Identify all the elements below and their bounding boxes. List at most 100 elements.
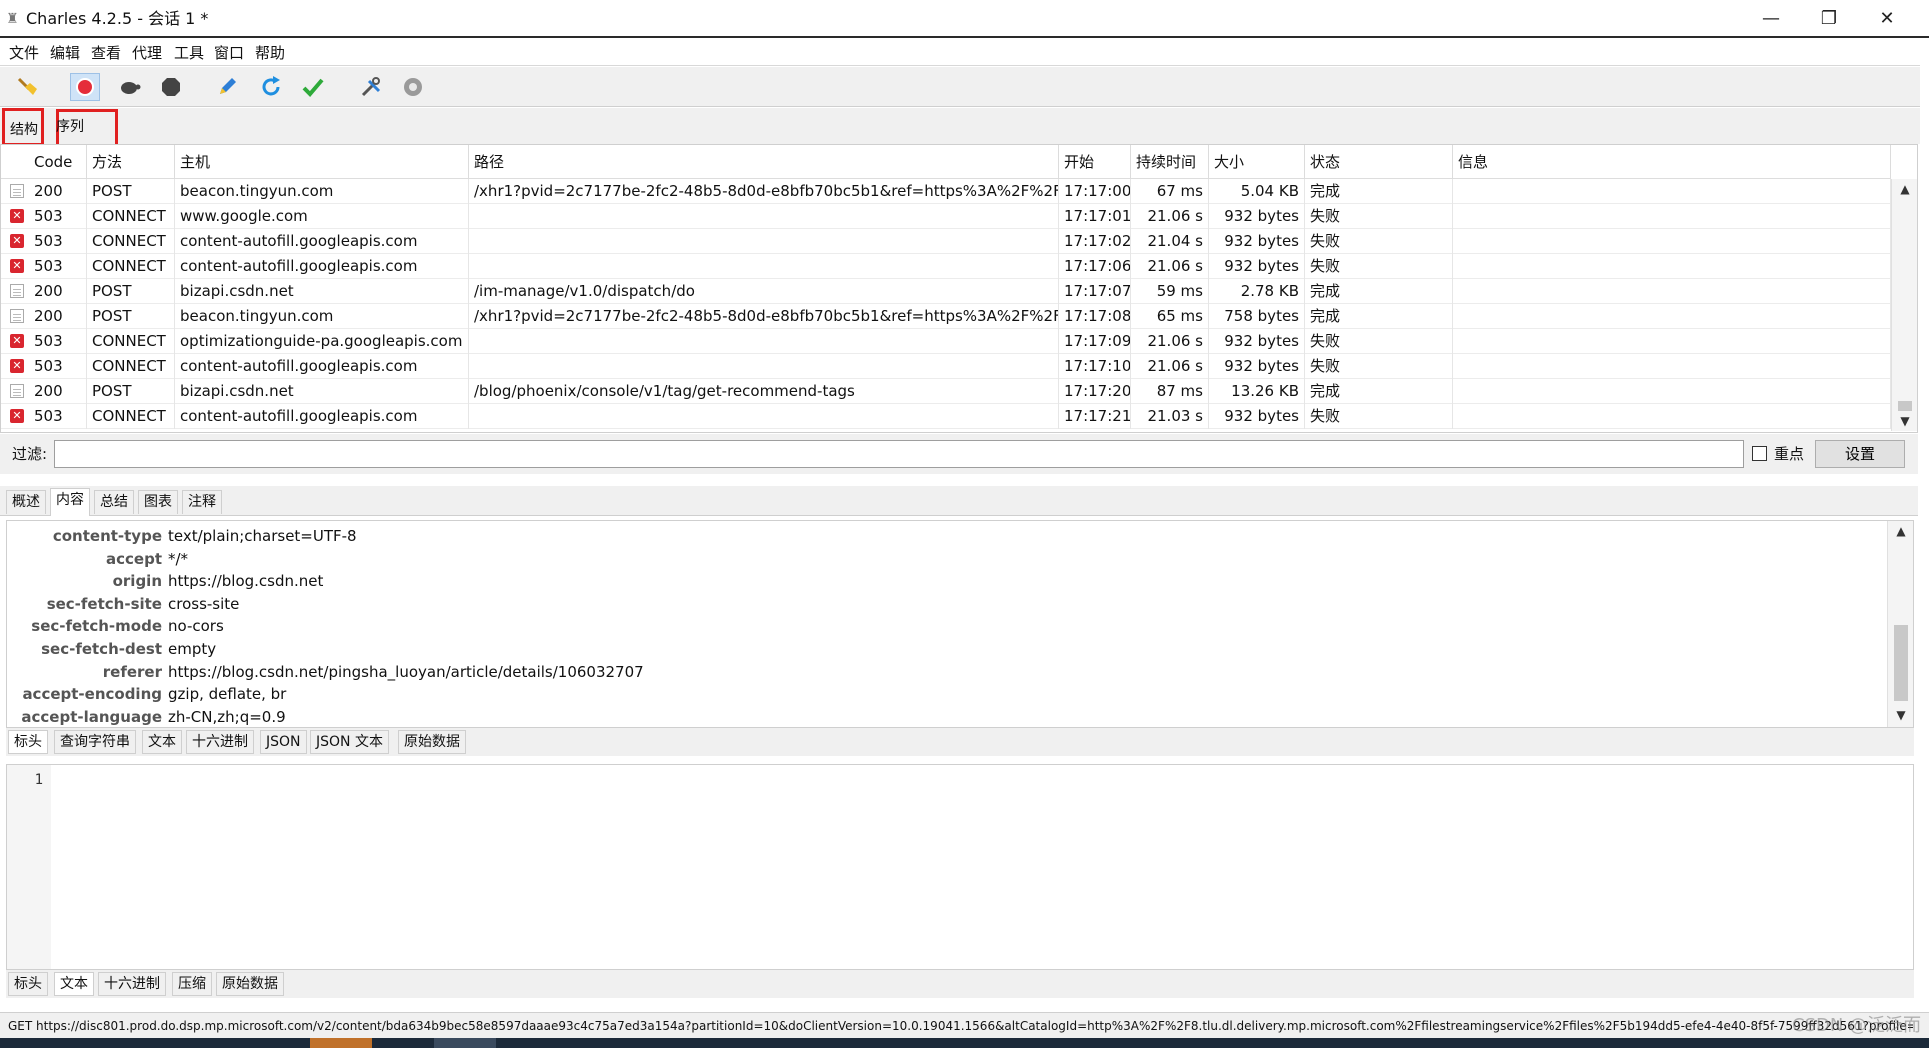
header-value: */* — [168, 549, 189, 568]
col-info[interactable]: 信息 — [1453, 145, 1891, 179]
table-scrollbar[interactable]: ▲ ▼ — [1891, 179, 1917, 431]
scroll-thumb[interactable] — [1898, 401, 1912, 411]
cell-info — [1453, 404, 1891, 429]
cell-code: 503 — [29, 404, 87, 429]
turtle-throttle-icon[interactable] — [114, 73, 144, 101]
col-state[interactable]: 状态 — [1305, 145, 1453, 179]
restore-button[interactable]: ❐ — [1800, 0, 1858, 38]
subtab-headers[interactable]: 标头 — [8, 972, 48, 996]
document-icon — [10, 284, 24, 298]
close-button[interactable]: ✕ — [1858, 0, 1916, 38]
subtab-headers[interactable]: 标头 — [8, 730, 48, 754]
cell-path: /blog/phoenix/console/v1/tag/get-recomme… — [469, 379, 1059, 404]
cell-duration: 21.06 s — [1131, 354, 1209, 379]
col-duration[interactable]: 持续时间 — [1131, 145, 1209, 179]
tools-icon[interactable] — [356, 73, 386, 101]
menu-file[interactable]: 文件 — [9, 43, 39, 63]
focus-checkbox[interactable] — [1752, 446, 1767, 461]
subtab-hex[interactable]: 十六进制 — [98, 972, 166, 996]
cell-duration: 87 ms — [1131, 379, 1209, 404]
document-icon — [10, 184, 24, 198]
subtab-raw[interactable]: 原始数据 — [216, 972, 284, 996]
col-method[interactable]: 方法 — [87, 145, 175, 179]
broom-icon[interactable] — [12, 73, 42, 101]
subtab-hex[interactable]: 十六进制 — [186, 730, 254, 754]
table-row[interactable]: ✕ 503 CONNECT optimizationguide-pa.googleap… — [1, 329, 1891, 354]
settings-gear-icon[interactable] — [398, 73, 428, 101]
header-key: sec-fetch-site — [46, 594, 162, 613]
cell-code: 503 — [29, 229, 87, 254]
tab-summary[interactable]: 总结 — [94, 490, 134, 514]
scroll-down-icon[interactable]: ▼ — [1892, 411, 1918, 431]
menu-help[interactable]: 帮助 — [255, 43, 285, 63]
header-key: accept — [106, 549, 162, 568]
cell-method: POST — [87, 279, 175, 304]
cell-start: 17:17:06 — [1059, 254, 1131, 279]
focus-label[interactable]: 重点 — [1774, 444, 1804, 464]
taskbar-item[interactable] — [310, 1038, 372, 1048]
cell-info — [1453, 379, 1891, 404]
filter-settings-button[interactable]: 设置 — [1815, 440, 1905, 468]
table-row[interactable]: ✕ 503 CONNECT www.google.com 17:17:01 21.06 s… — [1, 204, 1891, 229]
col-path[interactable]: 路径 — [469, 145, 1059, 179]
tab-chart[interactable]: 图表 — [138, 490, 178, 514]
cell-size: 758 bytes — [1209, 304, 1305, 329]
tab-structure[interactable]: 结构 — [10, 120, 38, 140]
col-start[interactable]: 开始 — [1059, 145, 1131, 179]
header-key: referer — [102, 662, 162, 681]
menu-tools[interactable]: 工具 — [174, 43, 204, 63]
table-row[interactable]: 200 POST bizapi.csdn.net/blog/phoenix/cons… — [1, 379, 1891, 404]
col-size[interactable]: 大小 — [1209, 145, 1305, 179]
checkmark-validate-icon[interactable] — [298, 73, 328, 101]
table-row[interactable]: 200 POST beacon.tingyun.com/xhr1?pvid=2c71… — [1, 179, 1891, 204]
menu-proxy[interactable]: 代理 — [132, 43, 162, 63]
cell-state: 完成 — [1305, 179, 1453, 204]
subtab-raw[interactable]: 原始数据 — [398, 730, 466, 754]
tab-sequence[interactable]: 序列 — [56, 117, 84, 137]
detail-tabs: 概述 内容 总结 图表 注释 — [0, 486, 1918, 516]
cell-code: 503 — [29, 329, 87, 354]
header-key: sec-fetch-dest — [41, 640, 162, 658]
taskbar-item[interactable] — [434, 1038, 496, 1048]
table-row[interactable]: ✕ 503 CONNECT content-autofill.googleapis.c… — [1, 354, 1891, 379]
scroll-up-icon[interactable]: ▲ — [1892, 179, 1918, 199]
scroll-thumb[interactable] — [1894, 625, 1908, 701]
header-value: text/plain;charset=UTF-8 — [168, 527, 357, 545]
headers-scrollbar[interactable]: ▲ ▼ — [1887, 521, 1913, 727]
table-row[interactable]: 200 POST beacon.tingyun.com/xhr1?pvid=2c71… — [1, 304, 1891, 329]
tab-notes[interactable]: 注释 — [182, 490, 222, 514]
subtab-json-text[interactable]: JSON 文本 — [310, 730, 389, 754]
subtab-text[interactable]: 文本 — [142, 730, 182, 754]
menu-edit[interactable]: 编辑 — [50, 43, 80, 63]
tab-contents[interactable]: 内容 — [50, 488, 90, 516]
scroll-up-icon[interactable]: ▲ — [1888, 521, 1914, 541]
subtab-compressed[interactable]: 压缩 — [172, 972, 212, 996]
table-row[interactable]: 200 POST bizapi.csdn.net/im-manage/v1.0/di… — [1, 279, 1891, 304]
col-host[interactable]: 主机 — [175, 145, 469, 179]
cell-method: POST — [87, 179, 175, 204]
table-row[interactable]: ✕ 503 CONNECT content-autofill.googleapis.c… — [1, 404, 1891, 429]
minimize-button[interactable]: — — [1742, 0, 1800, 38]
stop-breakpoint-icon[interactable] — [156, 73, 186, 101]
response-body-panel[interactable]: 1 — [6, 764, 1914, 970]
taskbar-strip — [0, 1038, 1929, 1048]
header-value: https://blog.csdn.net — [168, 572, 324, 591]
cell-path — [469, 329, 1059, 354]
col-code[interactable]: Code — [29, 145, 87, 179]
tab-overview[interactable]: 概述 — [6, 490, 46, 514]
scroll-down-icon[interactable]: ▼ — [1888, 705, 1914, 725]
subtab-json[interactable]: JSON — [260, 730, 307, 754]
refresh-repeat-icon[interactable] — [256, 73, 286, 101]
menu-view[interactable]: 查看 — [91, 43, 121, 63]
pen-compose-icon[interactable] — [212, 73, 242, 101]
cell-start: 17:17:02 — [1059, 229, 1131, 254]
cell-path — [469, 354, 1059, 379]
subtab-text[interactable]: 文本 — [54, 972, 94, 996]
record-icon[interactable] — [70, 73, 100, 101]
table-row[interactable]: ✕ 503 CONNECT content-autofill.googleapis.c… — [1, 229, 1891, 254]
cell-code: 503 — [29, 254, 87, 279]
filter-input[interactable] — [54, 440, 1744, 468]
subtab-query-string[interactable]: 查询字符串 — [54, 730, 136, 754]
table-row[interactable]: ✕ 503 CONNECT content-autofill.googleapis.c… — [1, 254, 1891, 279]
menu-window[interactable]: 窗口 — [214, 43, 244, 63]
